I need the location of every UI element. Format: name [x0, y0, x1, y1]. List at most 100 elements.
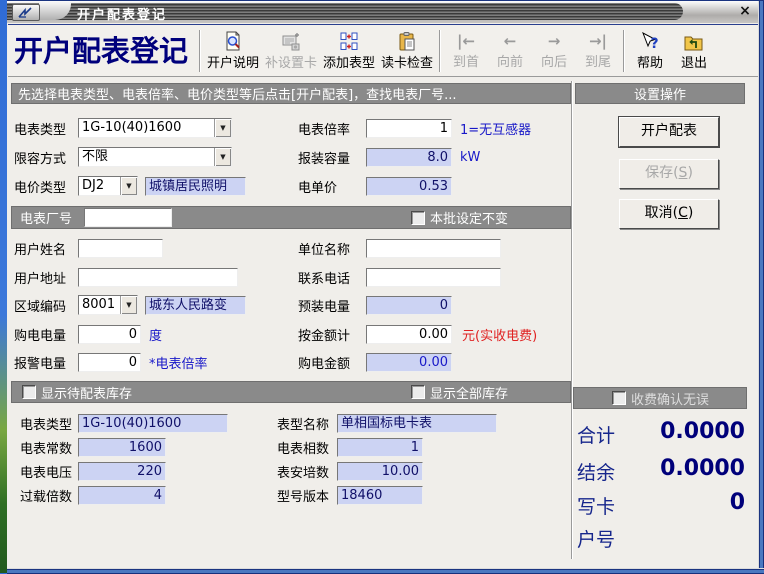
- show-pending-stock-checkbox[interactable]: [22, 385, 36, 399]
- purchase-energy-label: 购电电量: [14, 325, 78, 344]
- toolbar-button-read-card-check[interactable]: 读卡检查: [378, 30, 436, 71]
- factory-no-input[interactable]: [84, 208, 172, 227]
- meter-constant-label: 电表常数: [20, 438, 78, 457]
- client-area: 先选择电表类型、电表倍率、电价类型等后点击[开户配表]，查找电表厂号... 电表…: [11, 79, 754, 566]
- overload-factor-label: 过载倍数: [20, 486, 78, 505]
- cancel-button[interactable]: 取消(C): [619, 199, 719, 229]
- toolbar-button-supplement-card[interactable]: 补设置卡: [262, 30, 320, 71]
- balance-row: 结余 0.0000: [575, 456, 747, 482]
- area-code-desc: 城东人民路变: [145, 296, 246, 315]
- by-amount-hint: 元(实收电费): [462, 325, 537, 344]
- desktop-wallpaper-sliver: [0, 0, 7, 573]
- batch-fixed-checkbox-label: 本批设定不变: [430, 208, 508, 227]
- exit-button[interactable]: 退出: [672, 30, 716, 71]
- capacity-field: 8.0: [366, 148, 452, 167]
- help-cursor-icon: ?: [639, 30, 661, 52]
- stock-meter-type-field: 1G-10(40)1600: [78, 414, 228, 433]
- alarm-energy-label: 报警电量: [14, 353, 78, 372]
- multiplier-input[interactable]: [366, 119, 452, 138]
- instruction-bar: 先选择电表类型、电表倍率、电价类型等后点击[开户配表]，查找电表厂号...: [11, 83, 571, 104]
- account-no-label: 户号: [577, 525, 615, 552]
- stock-meter-type-label: 电表类型: [20, 414, 78, 433]
- form-row: 电表类型 1G-10(40)1600 ▼ 电表倍率 1=无互感器: [11, 118, 571, 138]
- factory-no-label: 电表厂号: [20, 208, 84, 227]
- save-button[interactable]: 保存(S): [619, 159, 719, 189]
- side-panel-header: 设置操作: [575, 83, 745, 104]
- customer-name-input[interactable]: [78, 239, 163, 258]
- show-all-stock-checkbox[interactable]: [411, 385, 425, 399]
- capacity-unit: kW: [460, 150, 480, 165]
- nav-next-button[interactable]: → 向后: [532, 32, 576, 70]
- chevron-down-icon[interactable]: ▼: [120, 177, 137, 195]
- chevron-down-icon[interactable]: ▼: [214, 148, 231, 166]
- company-name-label: 单位名称: [298, 239, 360, 258]
- nav-last-button[interactable]: →| 到尾: [576, 32, 620, 70]
- overload-factor-field: 4: [78, 486, 166, 505]
- preset-energy-field: 0: [366, 296, 452, 315]
- purchase-energy-input[interactable]: [78, 325, 141, 344]
- meter-constant-field: 1600: [78, 438, 166, 457]
- chevron-down-icon[interactable]: ▼: [120, 296, 137, 314]
- svg-text:?: ?: [651, 36, 659, 52]
- form-row: 区域编码 8001 ▼ 城东人民路变 预装电量 0: [11, 295, 571, 315]
- meter-phases-field: 1: [337, 438, 423, 457]
- model-version-field: 18460: [337, 486, 423, 505]
- price-type-label: 电价类型: [14, 177, 78, 196]
- form-row: 用户姓名 单位名称: [11, 238, 571, 258]
- window-bottom-frame: [7, 568, 764, 574]
- by-amount-input[interactable]: [366, 325, 452, 344]
- window-logo-icon[interactable]: [12, 4, 40, 21]
- fee-confirm-checkbox[interactable]: [612, 391, 626, 405]
- phone-input[interactable]: [366, 268, 501, 287]
- chevron-down-icon[interactable]: ▼: [214, 119, 231, 137]
- app-window: 开户配表登记 × 开户配表登记 开户说明 补设置卡 添加表型: [7, 0, 764, 574]
- customer-address-input[interactable]: [78, 268, 238, 287]
- company-name-input[interactable]: [366, 239, 501, 258]
- limit-mode-combobox[interactable]: 不限 ▼: [78, 147, 232, 167]
- close-button[interactable]: ×: [736, 3, 754, 20]
- write-card-row: 写卡 0: [575, 490, 747, 516]
- fee-confirm-label: 收费确认无误: [631, 389, 709, 408]
- price-type-combobox[interactable]: DJ2 ▼: [78, 176, 138, 196]
- nav-previous-button[interactable]: ← 向前: [488, 32, 532, 70]
- form-row: 电表类型 1G-10(40)1600 表型名称 单相国标电卡表: [11, 413, 571, 433]
- show-all-stock-label: 显示全部库存: [430, 383, 508, 402]
- alarm-energy-input[interactable]: [78, 353, 141, 372]
- toolbar-button-add-meter-type[interactable]: 添加表型: [320, 30, 378, 71]
- model-name-label: 表型名称: [277, 414, 333, 433]
- purchase-energy-unit: 度: [149, 325, 162, 344]
- meter-type-label: 电表类型: [14, 119, 78, 138]
- unit-price-field: 0.53: [366, 177, 452, 196]
- go-previous-icon: ←: [504, 32, 517, 51]
- toolbar: 开户配表登记 开户说明 补设置卡 添加表型 读卡检查: [8, 24, 758, 77]
- limit-mode-label: 限容方式: [14, 148, 78, 167]
- meter-amperes-label: 表安培数: [277, 462, 333, 481]
- show-pending-stock-label: 显示待配表库存: [41, 383, 132, 402]
- by-amount-label: 按金额计: [298, 325, 360, 344]
- total-value: 0.0000: [660, 419, 745, 444]
- toolbar-button-account-note[interactable]: 开户说明: [204, 30, 262, 71]
- area-code-combobox[interactable]: 8001 ▼: [78, 295, 138, 315]
- clipboard-check-icon: [396, 30, 418, 52]
- nav-first-button[interactable]: |← 到首: [444, 32, 488, 70]
- open-account-assign-meter-button[interactable]: 开户配表: [619, 117, 719, 147]
- go-next-icon: →: [548, 32, 561, 51]
- account-no-row: 户号: [575, 523, 747, 549]
- form-row: 购电电量 度 按金额计 元(实收电费): [11, 324, 571, 344]
- write-card-value: 0: [730, 490, 745, 515]
- meter-amperes-field: 10.00: [337, 462, 423, 481]
- batch-fixed-checkbox[interactable]: [411, 211, 425, 225]
- meter-phases-label: 电表相数: [277, 438, 333, 457]
- alarm-energy-hint: *电表倍率: [149, 353, 208, 372]
- form-row: 电价类型 DJ2 ▼ 城镇居民照明 电单价 0.53: [11, 176, 571, 196]
- meter-type-combobox[interactable]: 1G-10(40)1600 ▼: [78, 118, 232, 138]
- price-type-desc: 城镇居民照明: [145, 177, 246, 196]
- window-right-frame: [758, 1, 764, 574]
- purchase-amount-label: 购电金额: [298, 353, 360, 372]
- help-button[interactable]: ? 帮助: [628, 30, 672, 71]
- meter-voltage-field: 220: [78, 462, 166, 481]
- toolbar-separator: [439, 30, 441, 72]
- model-name-field: 单相国标电卡表: [337, 414, 497, 433]
- form-row: 过载倍数 4 型号版本 18460: [11, 485, 571, 505]
- fee-confirm-bar: 收费确认无误: [573, 387, 747, 409]
